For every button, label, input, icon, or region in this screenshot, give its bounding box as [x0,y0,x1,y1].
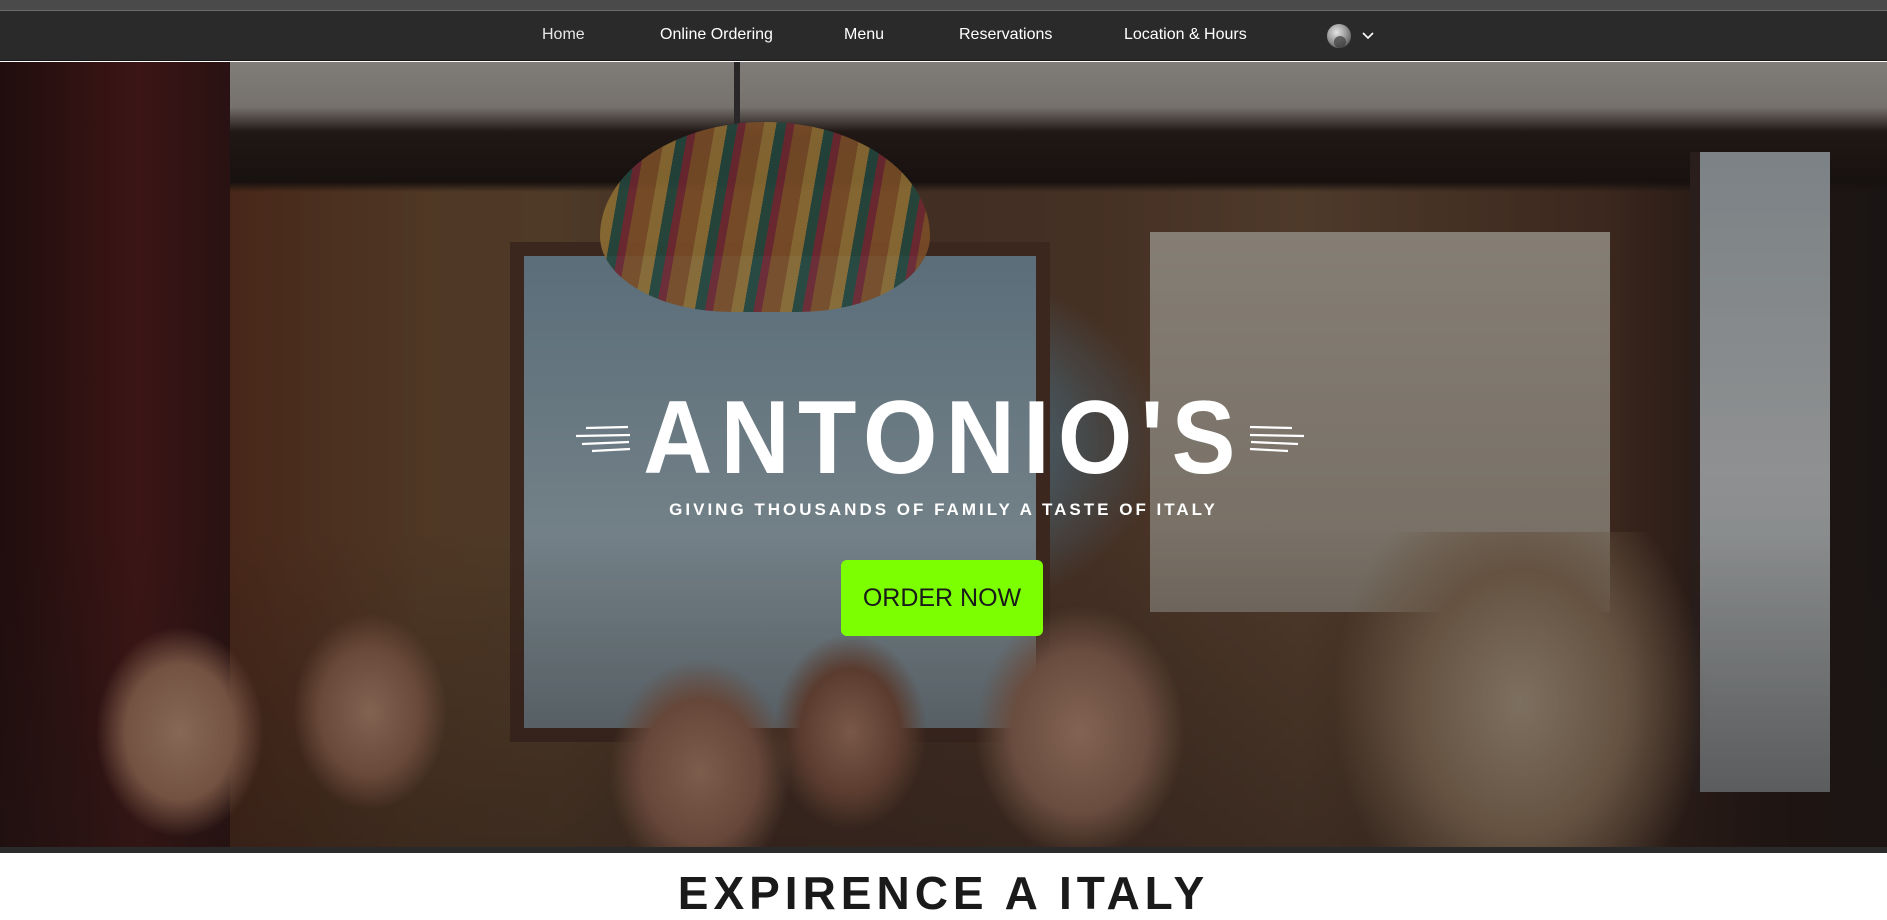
section-title: EXPIRENCE A ITALY [677,867,1210,919]
main-nav: Home Online Ordering Menu Reservations L… [0,11,1887,61]
order-now-button[interactable]: ORDER NOW [841,560,1043,636]
hero-tagline: GIVING THOUSANDS OF FAMILY A TASTE OF IT… [669,500,1218,519]
nav-item-online-ordering[interactable]: Online Ordering [660,11,773,61]
hero-title-group: ANTONIO'S [0,380,1887,496]
section-divider [0,847,1887,853]
chevron-down-icon[interactable] [1361,30,1375,42]
account-menu[interactable] [1327,24,1379,50]
hero-title: ANTONIO'S [643,380,1244,496]
speed-lines-icon [1249,425,1305,453]
nav-item-location-hours[interactable]: Location & Hours [1124,11,1247,61]
nav-item-reservations[interactable]: Reservations [959,11,1052,61]
nav-item-menu[interactable]: Menu [844,11,884,61]
browser-top-strip [0,0,1887,11]
user-avatar-icon[interactable] [1327,24,1351,48]
nav-item-home[interactable]: Home [542,11,585,61]
